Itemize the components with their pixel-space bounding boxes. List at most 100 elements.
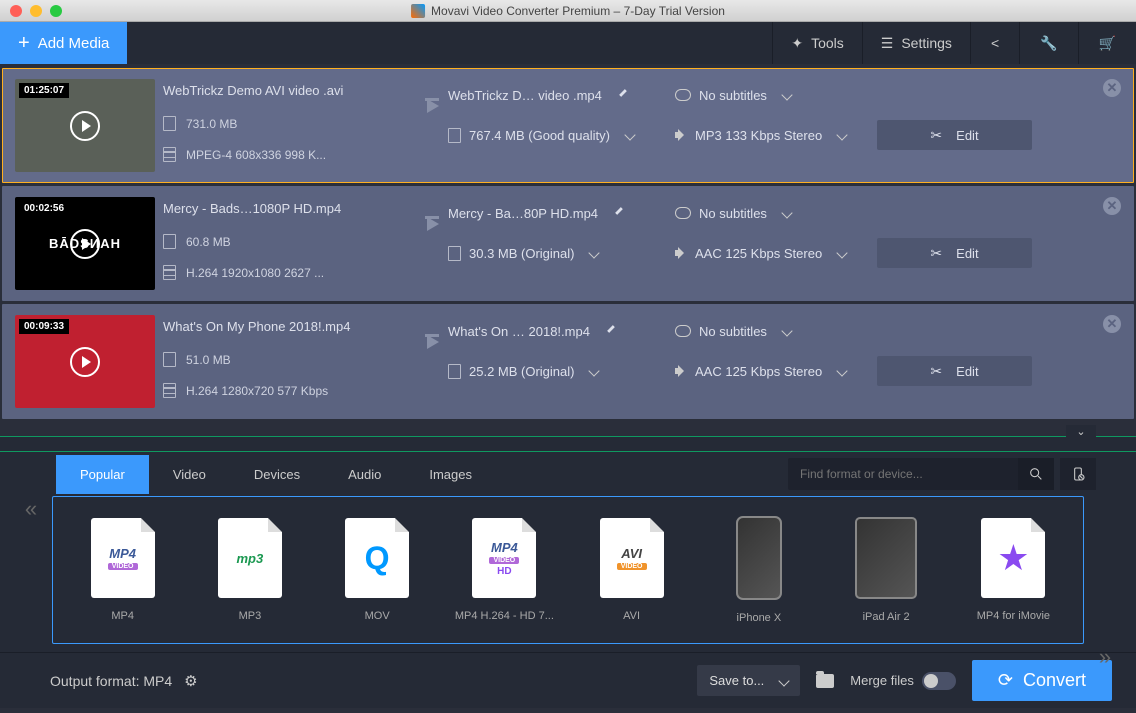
source-codec: H.264 1920x1080 2627 ... xyxy=(186,266,324,280)
format-tab-audio[interactable]: Audio xyxy=(324,455,405,494)
bottom-bar: Output format: MP4 ⚙ Save to... Merge fi… xyxy=(0,652,1136,708)
video-thumbnail[interactable]: 01:25:07 xyxy=(15,79,155,172)
minimize-window-button[interactable] xyxy=(30,5,42,17)
format-tabbar: PopularVideoDevicesAudioImages xyxy=(0,452,1136,496)
format-strip: MP4VIDEOMP4mp3MP3QMOVMP4VIDEOHDMP4 H.264… xyxy=(52,496,1084,644)
convert-button[interactable]: ⟳ Convert xyxy=(972,660,1112,701)
source-column: What's On My Phone 2018!.mp4 51.0 MB H.2… xyxy=(163,305,418,418)
format-tab-images[interactable]: Images xyxy=(405,455,496,494)
source-filename: What's On My Phone 2018!.mp4 xyxy=(163,319,418,334)
format-tab-popular[interactable]: Popular xyxy=(56,455,149,494)
source-size: 51.0 MB xyxy=(186,353,231,367)
subtitles-dropdown[interactable]: No subtitles xyxy=(675,88,791,103)
key-button[interactable]: 🔧 xyxy=(1019,22,1077,64)
share-button[interactable]: < xyxy=(970,22,1019,64)
cart-button[interactable]: 🛒 xyxy=(1078,22,1136,64)
search-input[interactable] xyxy=(788,467,1018,481)
rename-button[interactable] xyxy=(607,203,627,223)
format-item-mp4-h-264-hd-7-[interactable]: MP4VIDEOHDMP4 H.264 - HD 7... xyxy=(453,518,556,622)
speaker-icon xyxy=(675,365,687,377)
rename-button[interactable] xyxy=(611,85,631,105)
output-size: 30.3 MB (Original) xyxy=(469,246,574,261)
scissors-icon: ✂ xyxy=(930,127,942,144)
chevron-down-icon xyxy=(779,675,790,686)
arrow-column xyxy=(418,335,448,349)
zoom-window-button[interactable] xyxy=(50,5,62,17)
share-icon: < xyxy=(991,35,999,51)
format-item-mp3[interactable]: mp3MP3 xyxy=(198,518,301,622)
close-window-button[interactable] xyxy=(10,5,22,17)
edit-label: Edit xyxy=(956,128,978,143)
chevron-down-icon xyxy=(589,247,600,258)
edit-button[interactable]: ✂ Edit xyxy=(877,120,1032,150)
format-item-iphone-x[interactable]: iPhone X xyxy=(707,516,810,624)
format-tab-video[interactable]: Video xyxy=(149,455,230,494)
format-tab-devices[interactable]: Devices xyxy=(230,455,324,494)
settings-label: Settings xyxy=(901,35,952,51)
format-item-avi[interactable]: AVIVIDEOAVI xyxy=(580,518,683,622)
format-item-mov[interactable]: QMOV xyxy=(326,518,429,622)
tools-button[interactable]: ✦ Tools xyxy=(772,22,861,64)
file-row[interactable]: 00:02:56 BĀDSИAH Mercy - Bads…1080P HD.m… xyxy=(2,186,1134,301)
video-thumbnail[interactable]: 00:09:33 xyxy=(15,315,155,408)
merge-files-toggle[interactable] xyxy=(922,672,956,690)
source-size: 60.8 MB xyxy=(186,235,231,249)
subtitles-dropdown[interactable]: No subtitles xyxy=(675,206,791,221)
format-label: AVI xyxy=(623,610,640,622)
scroll-right-button[interactable]: » xyxy=(1092,644,1118,670)
audio-dropdown[interactable]: MP3 133 Kbps Stereo xyxy=(675,128,865,143)
convert-label: Convert xyxy=(1023,670,1086,691)
subtitles-value: No subtitles xyxy=(699,206,767,221)
output-size-dropdown[interactable]: 25.2 MB (Original) xyxy=(448,364,663,379)
audio-value: AAC 125 Kbps Stereo xyxy=(695,364,822,379)
film-icon xyxy=(163,383,176,398)
format-item-mp4[interactable]: MP4VIDEOMP4 xyxy=(71,518,174,622)
settings-button[interactable]: ☰ Settings xyxy=(862,22,970,64)
rename-button[interactable] xyxy=(599,321,619,341)
audio-dropdown[interactable]: AAC 125 Kbps Stereo xyxy=(675,364,865,379)
remove-file-button[interactable]: ✕ xyxy=(1103,79,1121,97)
add-media-button[interactable]: + Add Media xyxy=(0,22,127,64)
chevron-down-icon xyxy=(589,365,600,376)
remove-file-button[interactable]: ✕ xyxy=(1103,315,1121,333)
output-format-label: Output format: MP4 xyxy=(50,673,172,689)
speaker-icon xyxy=(675,129,687,141)
audio-value: AAC 125 Kbps Stereo xyxy=(695,246,822,261)
detect-device-button[interactable] xyxy=(1060,458,1096,490)
wand-icon: ✦ xyxy=(791,35,803,52)
file-row[interactable]: 00:09:33 What's On My Phone 2018!.mp4 51… xyxy=(2,304,1134,419)
search-icon xyxy=(1028,466,1044,482)
format-item-ipad-air-2[interactable]: iPad Air 2 xyxy=(835,517,938,623)
add-media-label: Add Media xyxy=(38,35,110,52)
source-codec: MPEG-4 608x336 998 K... xyxy=(186,148,326,162)
subtitles-dropdown[interactable]: No subtitles xyxy=(675,324,791,339)
window-title-wrap: Movavi Video Converter Premium – 7-Day T… xyxy=(411,4,725,18)
video-thumbnail[interactable]: 00:02:56 BĀDSИAH xyxy=(15,197,155,290)
format-label: MOV xyxy=(365,610,390,622)
output-size-dropdown[interactable]: 30.3 MB (Original) xyxy=(448,246,663,261)
file-list: 01:25:07 WebTrickz Demo AVI video .avi 7… xyxy=(0,64,1136,436)
edit-button[interactable]: ✂Edit xyxy=(877,238,1032,268)
remove-file-button[interactable]: ✕ xyxy=(1103,197,1121,215)
source-filename: Mercy - Bads…1080P HD.mp4 xyxy=(163,201,418,216)
output-settings-button[interactable]: ⚙ xyxy=(184,672,197,690)
format-item-mp4-for-imovie[interactable]: ★MP4 for iMovie xyxy=(962,518,1065,622)
source-column: WebTrickz Demo AVI video .avi 731.0 MB M… xyxy=(163,69,418,182)
scissors-icon: ✂ xyxy=(930,363,942,380)
scroll-left-button[interactable]: « xyxy=(18,496,44,522)
subtitle-icon xyxy=(675,325,691,337)
open-folder-button[interactable] xyxy=(816,674,834,688)
play-icon xyxy=(70,111,100,141)
format-label: MP4 for iMovie xyxy=(977,610,1050,622)
save-to-button[interactable]: Save to... xyxy=(697,665,800,696)
format-label: MP4 xyxy=(111,610,134,622)
chevron-down-icon xyxy=(837,247,848,258)
output-filename: WebTrickz D… video .mp4 xyxy=(448,88,602,103)
source-size: 731.0 MB xyxy=(186,117,237,131)
panel-divider[interactable]: ⌄ xyxy=(0,436,1136,452)
audio-dropdown[interactable]: AAC 125 Kbps Stereo xyxy=(675,246,865,261)
search-button[interactable] xyxy=(1018,458,1054,490)
output-size-dropdown[interactable]: 767.4 MB (Good quality) xyxy=(448,128,663,143)
edit-button[interactable]: ✂Edit xyxy=(877,356,1032,386)
file-row[interactable]: 01:25:07 WebTrickz Demo AVI video .avi 7… xyxy=(2,68,1134,183)
